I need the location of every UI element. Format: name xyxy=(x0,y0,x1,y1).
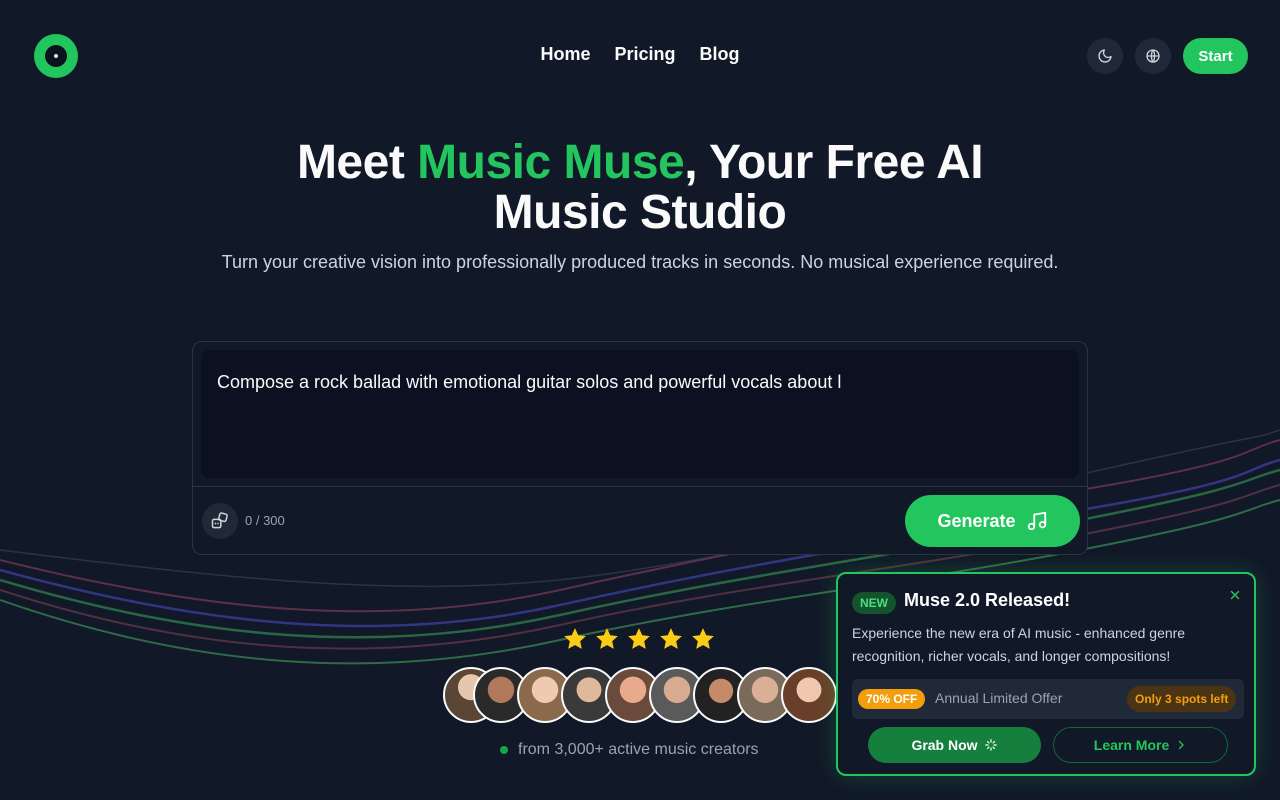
star-icon xyxy=(692,628,714,649)
generate-button[interactable]: Generate xyxy=(905,495,1080,547)
site-header: Home Pricing Blog Start xyxy=(0,0,1280,112)
learn-label: Learn More xyxy=(1093,737,1170,753)
discount-badge: 70% OFF xyxy=(858,689,926,709)
title-part2: , Your Free AI xyxy=(684,136,984,189)
star-icon xyxy=(564,628,586,649)
popup-title: Muse 2.0 Released! xyxy=(904,590,1071,610)
prompt-card: Compose a rock ballad with emotional gui… xyxy=(192,341,1088,555)
avatar xyxy=(781,667,837,723)
new-badge: NEW xyxy=(852,592,896,614)
creators-text: from 3,000+ active music creators xyxy=(518,741,759,758)
random-prompt-button[interactable] xyxy=(202,503,238,539)
divider xyxy=(193,486,1087,487)
dice-icon xyxy=(211,512,228,529)
release-popup: NEW Muse 2.0 Released! Experience the ne… xyxy=(836,572,1256,776)
star-icon xyxy=(628,628,650,649)
hero-subtitle: Turn your creative vision into professio… xyxy=(221,252,1059,272)
title-line2: Music Studio xyxy=(493,186,787,239)
globe-icon xyxy=(1146,49,1160,63)
offer-text: Annual Limited Offer xyxy=(935,690,1063,706)
char-counter: 0 / 300 xyxy=(245,513,285,528)
start-button[interactable]: Start xyxy=(1183,38,1248,74)
rating-stars xyxy=(562,626,716,652)
close-icon[interactable] xyxy=(1228,588,1242,602)
theme-toggle-button[interactable] xyxy=(1087,38,1123,74)
title-part1: Meet xyxy=(296,136,418,189)
prompt-input[interactable]: Compose a rock ballad with emotional gui… xyxy=(201,350,1079,478)
grab-now-button[interactable]: Grab Now xyxy=(868,727,1041,763)
music-note-icon xyxy=(1027,511,1046,531)
star-icon xyxy=(660,628,682,649)
nav-pricing[interactable]: Pricing xyxy=(615,44,676,65)
nav-home[interactable]: Home xyxy=(540,44,590,65)
star-icon xyxy=(596,628,618,649)
status-dot xyxy=(500,746,508,754)
nav-blog[interactable]: Blog xyxy=(700,44,740,65)
language-button[interactable] xyxy=(1135,38,1171,74)
grab-label: Grab Now xyxy=(911,737,978,753)
page-title: Meet Music Muse, Your Free AI Music Stud… xyxy=(0,138,1280,238)
chevron-right-icon xyxy=(1179,740,1185,750)
spots-badge: Only 3 spots left xyxy=(1127,686,1237,712)
sparkle-icon xyxy=(984,739,997,751)
title-accent: Music Muse xyxy=(417,136,685,189)
generate-label: Generate xyxy=(937,510,1016,531)
moon-icon xyxy=(1098,49,1112,63)
offer-banner: 70% OFF Annual Limited Offer Only 3 spot… xyxy=(852,679,1244,719)
popup-description: Experience the new era of AI music - enh… xyxy=(852,625,1186,664)
learn-more-button[interactable]: Learn More xyxy=(1053,727,1228,763)
creators-count: from 3,000+ active music creators xyxy=(500,741,759,759)
